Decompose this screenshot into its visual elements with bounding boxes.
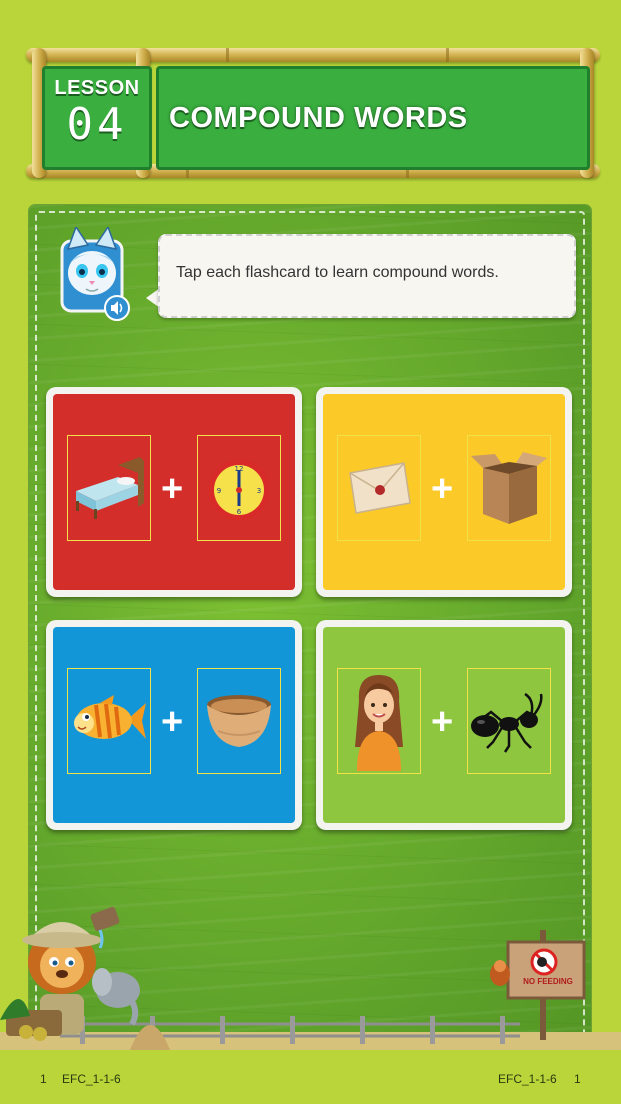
svg-text:6: 6: [237, 508, 242, 516]
page-title: COMPOUND WORDS: [169, 101, 468, 134]
ant-icon: [467, 668, 551, 774]
plus-icon: +: [431, 701, 454, 743]
flashcard-fish-bowl[interactable]: +: [46, 620, 302, 830]
footer-page-left: 1: [40, 1072, 47, 1086]
title-banner: COMPOUND WORDS: [156, 66, 590, 170]
footer-code-right: EFC_1-1-6: [498, 1072, 557, 1086]
woman-icon: [337, 668, 421, 774]
plus-icon: +: [161, 468, 184, 510]
bowl-icon: [197, 668, 281, 774]
sign-text: NO FEEDING: [523, 977, 573, 986]
bamboo-node: [226, 48, 229, 62]
box-icon: [467, 435, 551, 541]
lesson-badge: LESSON 04: [42, 66, 152, 170]
clock-icon: 12 6 93: [197, 435, 281, 541]
lesson-label: LESSON: [54, 77, 140, 99]
flashcard-envelope-box[interactable]: +: [316, 387, 572, 597]
plus-icon: +: [431, 468, 454, 510]
plus-icon: +: [161, 701, 184, 743]
bamboo-node: [446, 48, 449, 62]
speaker-icon[interactable]: [104, 295, 130, 321]
fish-icon: [67, 668, 151, 774]
footer-page-right: 1: [574, 1072, 581, 1086]
svg-text:9: 9: [217, 487, 221, 495]
flashcard-woman-ant[interactable]: +: [316, 620, 572, 830]
svg-text:3: 3: [257, 487, 261, 495]
cat-guide-avatar[interactable]: [58, 225, 132, 321]
lesson-number: 04: [66, 99, 128, 150]
bamboo-frame-top: [26, 48, 600, 62]
instruction-text: Tap each flashcard to learn compound wor…: [176, 264, 499, 281]
no-feeding-sign: NO FEEDING: [486, 930, 586, 1040]
flashcard-face: +: [323, 627, 565, 823]
lesson-header: LESSON 04 COMPOUND WORDS: [26, 44, 600, 182]
flashcard-face: +: [323, 394, 565, 590]
bed-icon: [67, 435, 151, 541]
flashcard-face: +: [53, 627, 295, 823]
envelope-icon: [337, 435, 421, 541]
flashcard-face: + 12 6 93: [53, 394, 295, 590]
lion-explorer-character: [0, 900, 170, 1050]
instruction-bubble: Tap each flashcard to learn compound wor…: [158, 234, 576, 318]
flashcard-bed-clock[interactable]: + 12 6 93: [46, 387, 302, 597]
footer-code-left: EFC_1-1-6: [62, 1072, 121, 1086]
